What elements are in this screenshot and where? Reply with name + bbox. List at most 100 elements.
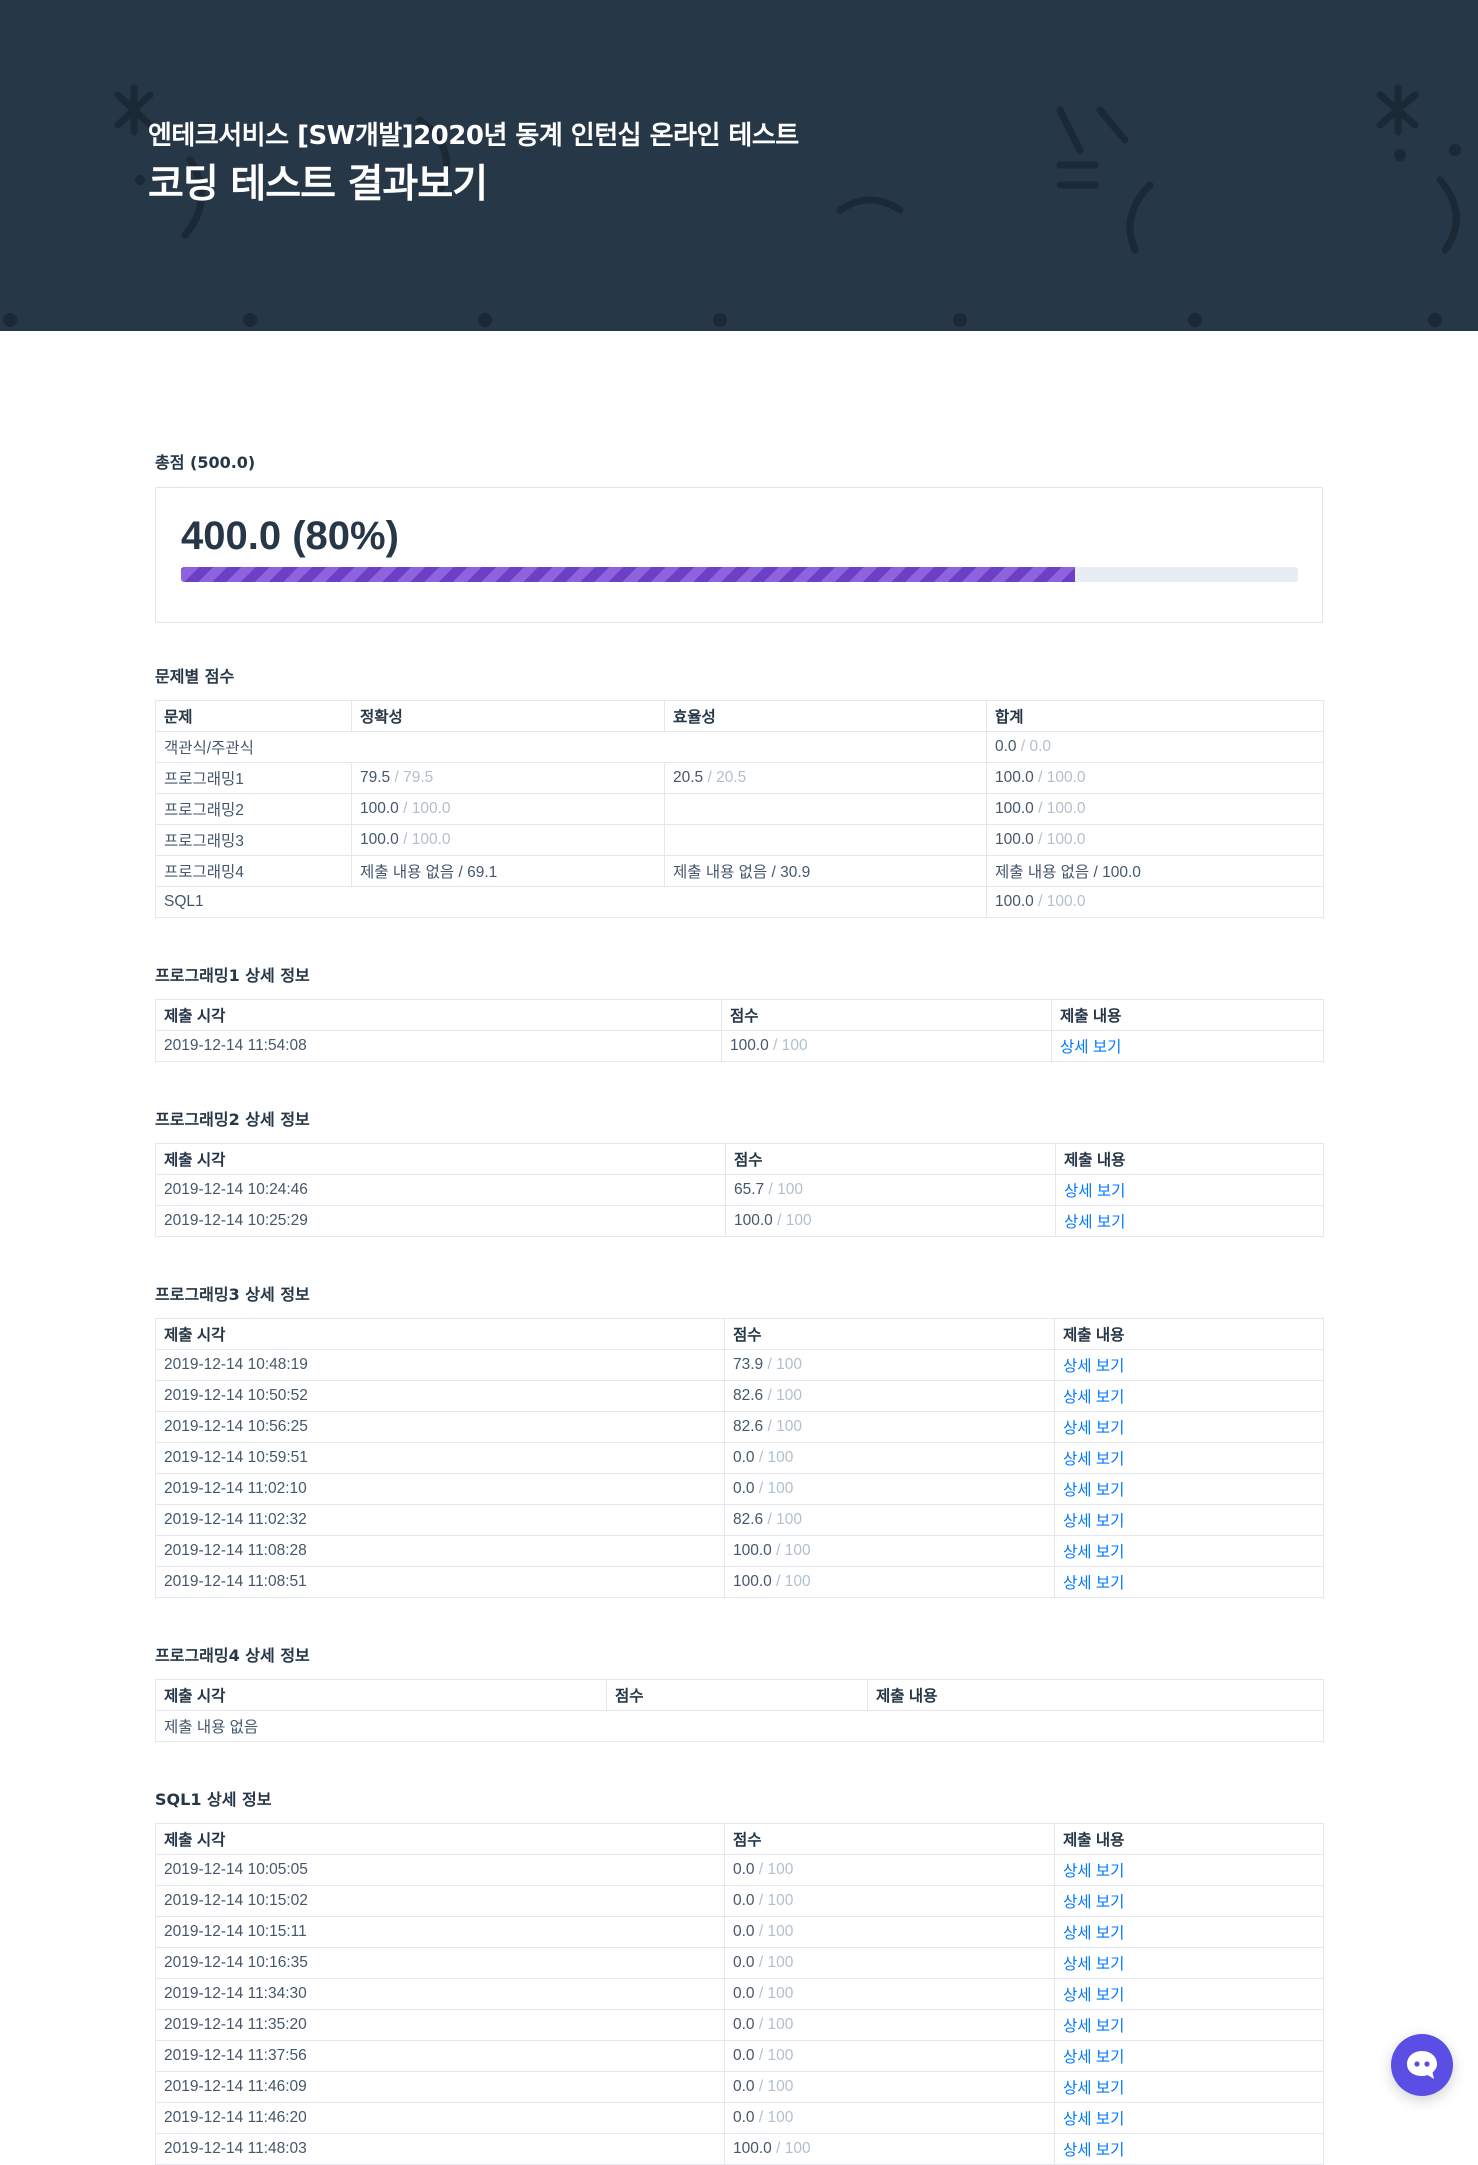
problem-scores-section: 문제별 점수 문제 정확성 효율성 합계 객관식/주관식 0.0 / 0.0 프… (155, 666, 1324, 918)
column-header: 제출 시각 (155, 999, 722, 1031)
detail-view-link[interactable]: 상세 보기 (1063, 1358, 1124, 1375)
table-header-row: 문제 정확성 효율성 합계 (155, 700, 1324, 732)
table-row: 2019-12-14 10:15:11 0.0 / 100 상세 보기 (155, 1916, 1324, 1948)
submission-score: 73.9 / 100 (724, 1349, 1055, 1381)
detail-section-label: 프로그래밍3 상세 정보 (155, 1285, 310, 1304)
table-row: 2019-12-14 10:50:52 82.6 / 100 상세 보기 (155, 1380, 1324, 1412)
chat-button[interactable] (1391, 2034, 1453, 2096)
detail-section-label: 프로그래밍1 상세 정보 (155, 966, 310, 985)
detail-section-label: SQL1 상세 정보 (155, 1790, 272, 1809)
detail-view-link[interactable]: 상세 보기 (1063, 1544, 1124, 1561)
detail-view-link[interactable]: 상세 보기 (1063, 1863, 1124, 1880)
total-cell: 0.0 / 0.0 (986, 731, 1324, 763)
detail-view-cell: 상세 보기 (1054, 2040, 1324, 2072)
problem-name: 프로그래밍3 (155, 824, 352, 856)
page-header: 엔테크서비스 [SW개발]2020년 동계 인턴십 온라인 테스트 코딩 테스트… (0, 0, 1478, 331)
submission-score: 82.6 / 100 (724, 1380, 1055, 1412)
detail-view-link[interactable]: 상세 보기 (1063, 1956, 1124, 1973)
total-score-label: 총점 (500.0) (155, 453, 256, 472)
page-title: 코딩 테스트 결과보기 (148, 162, 488, 207)
column-header: 점수 (721, 999, 1052, 1031)
column-header: 제출 내용 (1051, 999, 1324, 1031)
table-row: 2019-12-14 11:35:20 0.0 / 100 상세 보기 (155, 2009, 1324, 2041)
detail-view-link[interactable]: 상세 보기 (1063, 1451, 1124, 1468)
detail-view-link[interactable]: 상세 보기 (1063, 1575, 1124, 1592)
submission-score: 65.7 / 100 (725, 1174, 1056, 1206)
efficiency-cell: 20.5 / 20.5 (664, 762, 987, 794)
accuracy-cell: 100.0 / 100.0 (351, 793, 665, 825)
detail-view-cell: 상세 보기 (1054, 2102, 1324, 2134)
total-cell: 100.0 / 100.0 (986, 824, 1324, 856)
table-row: 제출 내용 없음 (155, 1710, 1324, 1742)
table-row: 2019-12-14 10:05:05 0.0 / 100 상세 보기 (155, 1854, 1324, 1886)
submission-time: 2019-12-14 11:08:28 (155, 1535, 725, 1567)
table-row: 2019-12-14 11:37:56 0.0 / 100 상세 보기 (155, 2040, 1324, 2072)
detail-section-label: 프로그래밍4 상세 정보 (155, 1646, 310, 1665)
efficiency-cell: 제출 내용 없음 / 30.9 (664, 855, 987, 887)
detail-view-link[interactable]: 상세 보기 (1063, 2080, 1124, 2097)
detail-view-cell: 상세 보기 (1054, 1349, 1324, 1381)
table-header-row: 제출 시각 점수 제출 내용 (155, 1823, 1324, 1855)
detail-view-cell: 상세 보기 (1054, 2071, 1324, 2103)
submission-time: 2019-12-14 11:54:08 (155, 1030, 722, 1062)
problem-name: 프로그래밍4 (155, 855, 352, 887)
detail-view-link[interactable]: 상세 보기 (1063, 2142, 1124, 2159)
submission-score: 0.0 / 100 (724, 1978, 1055, 2010)
detail-view-link[interactable]: 상세 보기 (1063, 1894, 1124, 1911)
submission-time: 2019-12-14 10:16:35 (155, 1947, 725, 1979)
table-row: 2019-12-14 11:02:32 82.6 / 100 상세 보기 (155, 1504, 1324, 1536)
detail-view-link[interactable]: 상세 보기 (1063, 1513, 1124, 1530)
column-header: 정확성 (351, 700, 665, 732)
problem-name: 객관식/주관식 (155, 731, 987, 763)
detail-view-cell: 상세 보기 (1054, 1504, 1324, 1536)
detail-view-cell: 상세 보기 (1054, 1411, 1324, 1443)
detail-view-link[interactable]: 상세 보기 (1063, 1389, 1124, 1406)
detail-view-link[interactable]: 상세 보기 (1063, 1987, 1124, 2004)
detail-view-cell: 상세 보기 (1051, 1030, 1324, 1062)
submission-score: 0.0 / 100 (724, 2009, 1055, 2041)
submission-score: 0.0 / 100 (724, 1473, 1055, 1505)
submission-score: 0.0 / 100 (724, 2102, 1055, 2134)
total-cell: 100.0 / 100.0 (986, 886, 1324, 918)
column-header: 문제 (155, 700, 352, 732)
detail-view-link[interactable]: 상세 보기 (1063, 1482, 1124, 1499)
detail-view-cell: 상세 보기 (1054, 1916, 1324, 1948)
test-subtitle: 엔테크서비스 [SW개발]2020년 동계 인턴십 온라인 테스트 (148, 121, 799, 151)
table-row: 프로그래밍3 100.0 / 100.0 100.0 / 100.0 (155, 824, 1324, 856)
efficiency-cell (664, 824, 987, 856)
detail-view-cell: 상세 보기 (1054, 1380, 1324, 1412)
detail-view-cell: 상세 보기 (1054, 1566, 1324, 1598)
submission-score: 0.0 / 100 (724, 1916, 1055, 1948)
detail-view-cell: 상세 보기 (1054, 1473, 1324, 1505)
detail-view-link[interactable]: 상세 보기 (1063, 2111, 1124, 2128)
detail-view-link[interactable]: 상세 보기 (1060, 1039, 1121, 1056)
column-header: 점수 (725, 1143, 1056, 1175)
submission-time: 2019-12-14 11:08:51 (155, 1566, 725, 1598)
detail-view-link[interactable]: 상세 보기 (1064, 1214, 1125, 1231)
total-cell: 제출 내용 없음 / 100.0 (986, 855, 1324, 887)
detail-view-link[interactable]: 상세 보기 (1063, 1420, 1124, 1437)
detail-view-cell: 상세 보기 (1054, 1978, 1324, 2010)
submission-time: 2019-12-14 10:24:46 (155, 1174, 726, 1206)
detail-view-link[interactable]: 상세 보기 (1063, 1925, 1124, 1942)
table-row: 2019-12-14 11:54:08 100.0 / 100 상세 보기 (155, 1030, 1324, 1062)
submission-time: 2019-12-14 11:37:56 (155, 2040, 725, 2072)
table-row: 2019-12-14 11:08:28 100.0 / 100 상세 보기 (155, 1535, 1324, 1567)
submission-score: 100.0 / 100 (724, 2133, 1055, 2165)
table-header-row: 제출 시각 점수 제출 내용 (155, 1679, 1324, 1711)
table-header-row: 제출 시각 점수 제출 내용 (155, 1143, 1324, 1175)
table-row: 2019-12-14 10:15:02 0.0 / 100 상세 보기 (155, 1885, 1324, 1917)
column-header: 점수 (724, 1823, 1055, 1855)
submission-time: 2019-12-14 11:46:20 (155, 2102, 725, 2134)
submission-time: 2019-12-14 11:46:09 (155, 2071, 725, 2103)
table-row: 2019-12-14 10:56:25 82.6 / 100 상세 보기 (155, 1411, 1324, 1443)
detail-view-link[interactable]: 상세 보기 (1063, 2049, 1124, 2066)
submission-table: 제출 시각 점수 제출 내용 제출 내용 없음 (155, 1679, 1324, 1742)
total-score-section: 총점 (500.0) 400.0 (80%) (155, 452, 1323, 623)
submission-table: 제출 시각 점수 제출 내용 2019-12-14 11:54:08 100.0 / 1… (155, 999, 1324, 1062)
submission-time: 2019-12-14 10:25:29 (155, 1205, 726, 1237)
detail-view-link[interactable]: 상세 보기 (1063, 2018, 1124, 2035)
submission-time: 2019-12-14 11:35:20 (155, 2009, 725, 2041)
detail-view-link[interactable]: 상세 보기 (1064, 1183, 1125, 1200)
submission-time: 2019-12-14 10:15:11 (155, 1916, 725, 1948)
